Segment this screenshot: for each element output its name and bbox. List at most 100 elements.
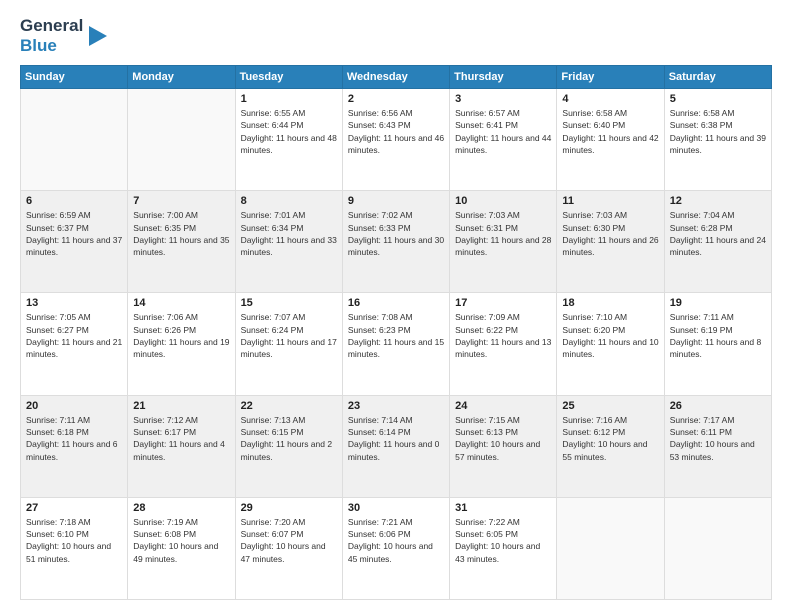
- day-info: Sunrise: 6:55 AM Sunset: 6:44 PM Dayligh…: [241, 107, 337, 156]
- day-number: 13: [26, 297, 122, 309]
- calendar-cell: 18 Sunrise: 7:10 AM Sunset: 6:20 PM Dayli…: [557, 293, 664, 395]
- calendar-header-row: SundayMondayTuesdayWednesdayThursdayFrid…: [21, 66, 772, 89]
- logo-container: General Blue: [20, 16, 109, 55]
- day-info: Sunrise: 7:11 AM Sunset: 6:18 PM Dayligh…: [26, 414, 122, 463]
- day-number: 27: [26, 502, 122, 514]
- calendar-cell: 11 Sunrise: 7:03 AM Sunset: 6:30 PM Dayli…: [557, 191, 664, 293]
- day-info: Sunrise: 6:56 AM Sunset: 6:43 PM Dayligh…: [348, 107, 444, 156]
- day-number: 10: [455, 195, 551, 207]
- day-number: 20: [26, 400, 122, 412]
- day-number: 26: [670, 400, 766, 412]
- calendar-cell: 4 Sunrise: 6:58 AM Sunset: 6:40 PM Daylig…: [557, 89, 664, 191]
- calendar-cell: [557, 497, 664, 599]
- day-header-monday: Monday: [128, 66, 235, 89]
- calendar-table: SundayMondayTuesdayWednesdayThursdayFrid…: [20, 65, 772, 600]
- calendar-cell: 26 Sunrise: 7:17 AM Sunset: 6:11 PM Dayli…: [664, 395, 771, 497]
- day-info: Sunrise: 7:16 AM Sunset: 6:12 PM Dayligh…: [562, 414, 658, 463]
- day-number: 14: [133, 297, 229, 309]
- calendar-cell: 2Sunrise: 6:56 AM Sunset: 6:43 PM Daylig…: [342, 89, 449, 191]
- calendar-cell: 17Sunrise: 7:09 AM Sunset: 6:22 PM Dayli…: [450, 293, 557, 395]
- day-info: Sunrise: 6:58 AM Sunset: 6:40 PM Dayligh…: [562, 107, 658, 156]
- day-number: 31: [455, 502, 551, 514]
- calendar-cell: 16 Sunrise: 7:08 AM Sunset: 6:23 PM Dayli…: [342, 293, 449, 395]
- day-info: Sunrise: 7:21 AM Sunset: 6:06 PM Dayligh…: [348, 516, 444, 565]
- day-info: Sunrise: 7:11 AM Sunset: 6:19 PM Dayligh…: [670, 311, 766, 360]
- day-info: Sunrise: 7:12 AM Sunset: 6:17 PM Dayligh…: [133, 414, 229, 463]
- day-info: Sunrise: 7:03 AM Sunset: 6:31 PM Dayligh…: [455, 209, 551, 258]
- calendar-cell: 8 Sunrise: 7:01 AM Sunset: 6:34 PM Daylig…: [235, 191, 342, 293]
- day-info: Sunrise: 7:01 AM Sunset: 6:34 PM Dayligh…: [241, 209, 337, 258]
- day-number: 21: [133, 400, 229, 412]
- day-number: 15: [241, 297, 337, 309]
- calendar-cell: 14 Sunrise: 7:06 AM Sunset: 6:26 PM Dayli…: [128, 293, 235, 395]
- day-number: 18: [562, 297, 658, 309]
- calendar-cell: 10 Sunrise: 7:03 AM Sunset: 6:31 PM Dayli…: [450, 191, 557, 293]
- day-info: Sunrise: 7:19 AM Sunset: 6:08 PM Dayligh…: [133, 516, 229, 565]
- day-header-sunday: Sunday: [21, 66, 128, 89]
- day-info: Sunrise: 7:22 AM Sunset: 6:05 PM Dayligh…: [455, 516, 551, 565]
- calendar-week-2: 6Sunrise: 6:59 AM Sunset: 6:37 PM Daylig…: [21, 191, 772, 293]
- day-number: 22: [241, 400, 337, 412]
- calendar-cell: 22 Sunrise: 7:13 AM Sunset: 6:15 PM Dayli…: [235, 395, 342, 497]
- day-info: Sunrise: 7:06 AM Sunset: 6:26 PM Dayligh…: [133, 311, 229, 360]
- calendar-cell: 5Sunrise: 6:58 AM Sunset: 6:38 PM Daylig…: [664, 89, 771, 191]
- logo-blue-text: Blue: [20, 36, 83, 56]
- day-info: Sunrise: 7:03 AM Sunset: 6:30 PM Dayligh…: [562, 209, 658, 258]
- logo-arrow-icon: [87, 22, 109, 50]
- day-header-thursday: Thursday: [450, 66, 557, 89]
- calendar-cell: [128, 89, 235, 191]
- calendar-cell: 23Sunrise: 7:14 AM Sunset: 6:14 PM Dayli…: [342, 395, 449, 497]
- calendar-cell: 28Sunrise: 7:19 AM Sunset: 6:08 PM Dayli…: [128, 497, 235, 599]
- day-info: Sunrise: 7:02 AM Sunset: 6:33 PM Dayligh…: [348, 209, 444, 258]
- day-info: Sunrise: 7:08 AM Sunset: 6:23 PM Dayligh…: [348, 311, 444, 360]
- day-info: Sunrise: 7:15 AM Sunset: 6:13 PM Dayligh…: [455, 414, 551, 463]
- header: General Blue: [20, 16, 772, 55]
- logo: General Blue: [20, 16, 109, 55]
- day-info: Sunrise: 7:05 AM Sunset: 6:27 PM Dayligh…: [26, 311, 122, 360]
- calendar-cell: 30Sunrise: 7:21 AM Sunset: 6:06 PM Dayli…: [342, 497, 449, 599]
- calendar-cell: 21 Sunrise: 7:12 AM Sunset: 6:17 PM Dayli…: [128, 395, 235, 497]
- day-number: 11: [562, 195, 658, 207]
- calendar-cell: 12 Sunrise: 7:04 AM Sunset: 6:28 PM Dayli…: [664, 191, 771, 293]
- day-header-tuesday: Tuesday: [235, 66, 342, 89]
- calendar-cell: 9 Sunrise: 7:02 AM Sunset: 6:33 PM Daylig…: [342, 191, 449, 293]
- calendar-cell: 19 Sunrise: 7:11 AM Sunset: 6:19 PM Dayli…: [664, 293, 771, 395]
- day-header-saturday: Saturday: [664, 66, 771, 89]
- day-info: Sunrise: 7:00 AM Sunset: 6:35 PM Dayligh…: [133, 209, 229, 258]
- day-number: 6: [26, 195, 122, 207]
- day-info: Sunrise: 7:07 AM Sunset: 6:24 PM Dayligh…: [241, 311, 337, 360]
- calendar-week-3: 13 Sunrise: 7:05 AM Sunset: 6:27 PM Dayli…: [21, 293, 772, 395]
- day-number: 4: [562, 93, 658, 105]
- day-number: 1: [241, 93, 337, 105]
- day-number: 12: [670, 195, 766, 207]
- day-info: Sunrise: 7:04 AM Sunset: 6:28 PM Dayligh…: [670, 209, 766, 258]
- day-info: Sunrise: 7:13 AM Sunset: 6:15 PM Dayligh…: [241, 414, 337, 463]
- calendar-cell: [21, 89, 128, 191]
- calendar-cell: 1 Sunrise: 6:55 AM Sunset: 6:44 PM Daylig…: [235, 89, 342, 191]
- day-info: Sunrise: 6:57 AM Sunset: 6:41 PM Dayligh…: [455, 107, 551, 156]
- day-header-friday: Friday: [557, 66, 664, 89]
- calendar-cell: 29Sunrise: 7:20 AM Sunset: 6:07 PM Dayli…: [235, 497, 342, 599]
- logo-general-text: General: [20, 16, 83, 36]
- day-number: 9: [348, 195, 444, 207]
- day-number: 16: [348, 297, 444, 309]
- calendar-week-5: 27Sunrise: 7:18 AM Sunset: 6:10 PM Dayli…: [21, 497, 772, 599]
- day-number: 5: [670, 93, 766, 105]
- day-info: Sunrise: 7:17 AM Sunset: 6:11 PM Dayligh…: [670, 414, 766, 463]
- calendar-cell: 31 Sunrise: 7:22 AM Sunset: 6:05 PM Dayli…: [450, 497, 557, 599]
- day-info: Sunrise: 7:10 AM Sunset: 6:20 PM Dayligh…: [562, 311, 658, 360]
- calendar-cell: 6Sunrise: 6:59 AM Sunset: 6:37 PM Daylig…: [21, 191, 128, 293]
- logo-text-block: General Blue: [20, 16, 83, 55]
- calendar-cell: 7Sunrise: 7:00 AM Sunset: 6:35 PM Daylig…: [128, 191, 235, 293]
- day-number: 19: [670, 297, 766, 309]
- page: General Blue SundayMondayTuesdayWednesda…: [0, 0, 792, 612]
- day-number: 29: [241, 502, 337, 514]
- calendar-cell: 15 Sunrise: 7:07 AM Sunset: 6:24 PM Dayli…: [235, 293, 342, 395]
- calendar-cell: 3Sunrise: 6:57 AM Sunset: 6:41 PM Daylig…: [450, 89, 557, 191]
- calendar-cell: [664, 497, 771, 599]
- day-number: 8: [241, 195, 337, 207]
- calendar-cell: 13 Sunrise: 7:05 AM Sunset: 6:27 PM Dayli…: [21, 293, 128, 395]
- calendar-cell: 24Sunrise: 7:15 AM Sunset: 6:13 PM Dayli…: [450, 395, 557, 497]
- day-info: Sunrise: 7:09 AM Sunset: 6:22 PM Dayligh…: [455, 311, 551, 360]
- day-number: 23: [348, 400, 444, 412]
